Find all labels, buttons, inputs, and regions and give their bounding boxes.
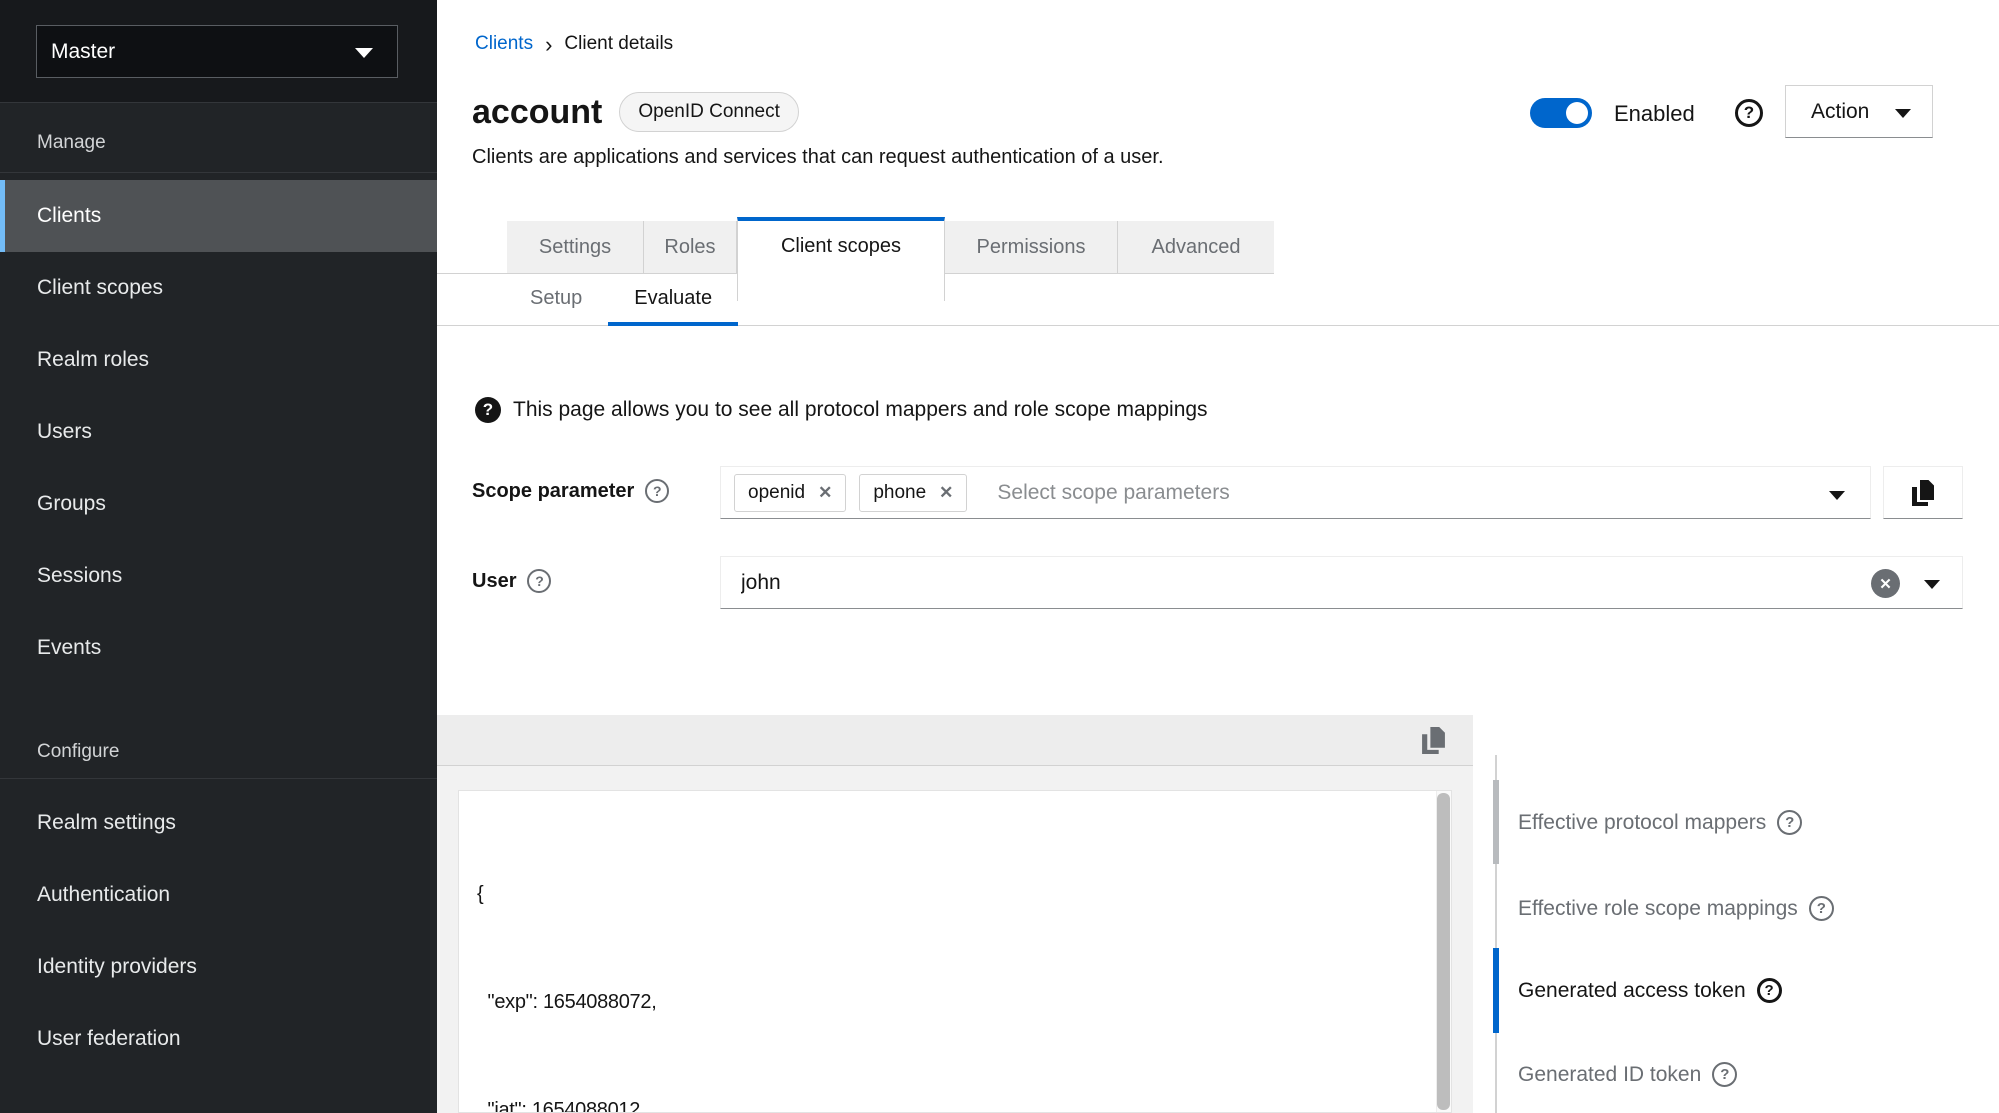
- breadcrumb-chevron-icon: ›: [545, 35, 552, 54]
- help-icon[interactable]: ?: [1777, 810, 1802, 835]
- token-json: { "exp": 1654088072, "iat": 1654088012, …: [459, 791, 1451, 1113]
- panel-tab-label: Effective protocol mappers: [1518, 811, 1766, 835]
- sidebar-item-identity-providers[interactable]: Identity providers: [0, 931, 437, 1003]
- subtab-evaluate[interactable]: Evaluate: [608, 274, 738, 326]
- tabs-left-border: [437, 217, 507, 274]
- nav-manage-list: Clients Client scopes Realm roles Users …: [0, 180, 437, 684]
- chip-label: openid: [748, 482, 805, 504]
- user-select: ✕: [720, 556, 1963, 609]
- sidebar: Master Manage Clients Client scopes Real…: [0, 0, 437, 1113]
- chip-label: phone: [873, 482, 926, 504]
- info-row: ? This page allows you to see all protoc…: [475, 397, 1208, 423]
- scope-parameter-select[interactable]: openid ✕ phone ✕ Select scope parameters: [720, 466, 1871, 519]
- realm-select[interactable]: Master: [36, 25, 398, 78]
- help-icon[interactable]: ?: [1757, 978, 1782, 1003]
- breadcrumb-current: Client details: [564, 33, 673, 55]
- help-icon[interactable]: ?: [645, 479, 669, 503]
- sidebar-item-users[interactable]: Users: [0, 396, 437, 468]
- remove-chip-icon[interactable]: ✕: [939, 483, 953, 503]
- chevron-down-icon: [355, 48, 373, 58]
- panel-tab-label: Generated access token: [1518, 979, 1746, 1003]
- breadcrumb-clients-link[interactable]: Clients: [475, 33, 533, 55]
- scope-parameter-label-row: Scope parameter ?: [472, 479, 669, 503]
- user-label-row: User ?: [472, 569, 551, 593]
- help-icon[interactable]: ?: [1809, 896, 1834, 921]
- active-panel-tab-indicator: [1493, 948, 1499, 1033]
- sidebar-header: Master: [0, 0, 437, 103]
- client-scopes-subtabs: Setup Evaluate: [437, 274, 1999, 326]
- action-dropdown[interactable]: Action: [1785, 85, 1933, 138]
- protocol-badge: OpenID Connect: [619, 92, 799, 132]
- panel-tab-label: Effective role scope mappings: [1518, 897, 1798, 921]
- user-label: User: [472, 570, 516, 593]
- copy-code-button[interactable]: [1420, 727, 1447, 754]
- panel-tab-effective-role-scope-mappings[interactable]: Effective role scope mappings ?: [1518, 896, 1834, 921]
- nav-divider: [0, 172, 437, 173]
- code-toolbar: [437, 715, 1473, 766]
- info-text: This page allows you to see all protocol…: [513, 398, 1208, 422]
- sidebar-item-groups[interactable]: Groups: [0, 468, 437, 540]
- nav-group-configure: Configure: [37, 741, 119, 763]
- action-dropdown-label: Action: [1811, 100, 1869, 124]
- chevron-down-icon[interactable]: [1924, 580, 1940, 589]
- scope-select-placeholder: Select scope parameters: [997, 481, 1229, 505]
- sidebar-item-client-scopes[interactable]: Client scopes: [0, 252, 437, 324]
- scope-chip-openid: openid ✕: [734, 474, 846, 512]
- sidebar-item-sessions[interactable]: Sessions: [0, 540, 437, 612]
- chevron-down-icon: [1895, 109, 1911, 118]
- tab-permissions[interactable]: Permissions: [945, 221, 1118, 274]
- enabled-toggle[interactable]: [1530, 98, 1592, 128]
- sidebar-item-realm-roles[interactable]: Realm roles: [0, 324, 437, 396]
- token-code-editor[interactable]: { "exp": 1654088072, "iat": 1654088012, …: [458, 790, 1452, 1113]
- code-line: "iat": 1654088012,: [477, 1092, 1395, 1113]
- subtab-setup[interactable]: Setup: [504, 274, 608, 326]
- code-line: {: [477, 876, 1395, 912]
- nav-group-manage: Manage: [37, 132, 106, 154]
- scope-parameter-label: Scope parameter: [472, 480, 634, 503]
- clear-user-icon[interactable]: ✕: [1871, 569, 1900, 598]
- copy-icon: [1420, 727, 1447, 754]
- sidebar-item-realm-settings[interactable]: Realm settings: [0, 787, 437, 859]
- panel-tab-effective-protocol-mappers[interactable]: Effective protocol mappers ?: [1518, 810, 1802, 835]
- panel-tab-label: Generated ID token: [1518, 1063, 1701, 1087]
- enabled-label: Enabled: [1614, 101, 1695, 127]
- help-icon[interactable]: ?: [1735, 99, 1763, 127]
- sidebar-item-clients[interactable]: Clients: [0, 180, 437, 252]
- info-help-icon: ?: [475, 397, 501, 423]
- code-scrollbar[interactable]: [1436, 791, 1451, 1112]
- title-row: account OpenID Connect: [472, 86, 799, 138]
- nav-divider: [0, 778, 437, 779]
- tab-settings[interactable]: Settings: [507, 221, 644, 274]
- help-icon[interactable]: ?: [527, 569, 551, 593]
- page-description: Clients are applications and services th…: [472, 146, 1164, 169]
- panel-tabs-scroll-thumb[interactable]: [1493, 780, 1499, 864]
- generated-token-panel: { "exp": 1654088072, "iat": 1654088012, …: [437, 715, 1473, 1113]
- copy-scope-button[interactable]: [1883, 466, 1963, 519]
- page-title: account: [472, 93, 602, 132]
- panel-tab-generated-access-token[interactable]: Generated access token ?: [1518, 978, 1782, 1003]
- sidebar-item-events[interactable]: Events: [0, 612, 437, 684]
- copy-icon: [1910, 480, 1936, 506]
- breadcrumb: Clients › Client details: [475, 33, 673, 55]
- remove-chip-icon[interactable]: ✕: [818, 483, 832, 503]
- scope-chip-phone: phone ✕: [859, 474, 967, 512]
- sidebar-item-user-federation[interactable]: User federation: [0, 1003, 437, 1075]
- chevron-down-icon[interactable]: [1829, 491, 1845, 500]
- code-line: "exp": 1654088072,: [477, 984, 1395, 1020]
- realm-select-value: Master: [51, 40, 115, 64]
- help-icon[interactable]: ?: [1712, 1062, 1737, 1087]
- toggle-knob: [1566, 102, 1588, 124]
- user-input[interactable]: [721, 557, 1962, 608]
- sidebar-item-authentication[interactable]: Authentication: [0, 859, 437, 931]
- tab-advanced[interactable]: Advanced: [1118, 221, 1274, 274]
- code-scrollbar-thumb[interactable]: [1437, 793, 1450, 1110]
- panel-tab-generated-id-token[interactable]: Generated ID token ?: [1518, 1062, 1737, 1087]
- nav-configure-list: Realm settings Authentication Identity p…: [0, 787, 437, 1075]
- tab-roles[interactable]: Roles: [644, 221, 737, 274]
